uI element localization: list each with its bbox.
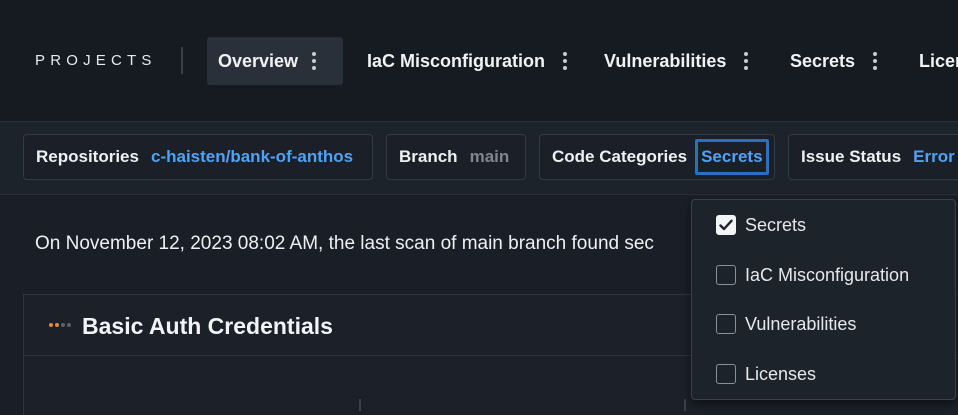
filter-label: Repositories bbox=[36, 147, 139, 166]
tab-label: Overview bbox=[218, 50, 299, 71]
tab-overview[interactable]: Overview bbox=[207, 37, 343, 85]
branch-filter[interactable]: Branch main bbox=[386, 134, 526, 180]
filter-value: main bbox=[469, 147, 510, 166]
filter-value: Error bbox=[913, 147, 955, 166]
tab-label: IaC Misconfiguration bbox=[367, 50, 546, 71]
tab-label: Vulnerabilities bbox=[604, 50, 727, 71]
option-label: Secrets bbox=[745, 214, 807, 235]
more-vertical-icon[interactable] bbox=[873, 52, 878, 70]
checkbox[interactable] bbox=[716, 215, 736, 235]
filter-label: Code Categories bbox=[552, 147, 688, 166]
tab-licenses[interactable]: Licer bbox=[919, 37, 958, 85]
more-vertical-icon[interactable] bbox=[744, 52, 749, 70]
tab-vulnerabilities[interactable]: Vulnerabilities bbox=[604, 37, 749, 85]
scan-summary: On November 12, 2023 08:02 AM, the last … bbox=[35, 233, 654, 254]
nav-divider bbox=[181, 47, 183, 74]
checkbox[interactable] bbox=[716, 265, 736, 285]
repositories-filter[interactable]: Repositories c-haisten/bank-of-anthos bbox=[23, 134, 373, 180]
more-vertical-icon[interactable] bbox=[312, 52, 317, 70]
check-icon bbox=[719, 219, 733, 231]
code-categories-filter[interactable]: Code Categories Secrets bbox=[539, 134, 775, 180]
filter-value: c-haisten/bank-of-anthos bbox=[150, 147, 354, 166]
top-nav: PROJECTS Overview IaC Misconfiguration V… bbox=[0, 0, 958, 122]
option-vulnerabilities[interactable]: Vulnerabilities bbox=[716, 311, 856, 337]
tab-iac-misconfiguration[interactable]: IaC Misconfiguration bbox=[367, 37, 568, 85]
checkbox[interactable] bbox=[716, 314, 736, 334]
option-secrets[interactable]: Secrets bbox=[716, 212, 806, 238]
column-divider bbox=[359, 399, 361, 411]
more-vertical-icon[interactable] bbox=[563, 52, 568, 70]
card-title: Basic Auth Credentials bbox=[82, 313, 333, 339]
column-divider bbox=[684, 399, 686, 411]
tab-label: Licer bbox=[919, 50, 958, 71]
checkbox[interactable] bbox=[716, 364, 736, 384]
option-label: Licenses bbox=[745, 363, 817, 384]
option-licenses[interactable]: Licenses bbox=[716, 361, 816, 387]
issue-status-filter[interactable]: Issue Status Error bbox=[788, 134, 958, 180]
tab-label: Secrets bbox=[790, 50, 856, 71]
option-label: Vulnerabilities bbox=[745, 313, 857, 334]
code-categories-dropdown: Secrets IaC Misconfiguration Vulnerabili… bbox=[691, 199, 956, 400]
option-label: IaC Misconfiguration bbox=[745, 264, 910, 285]
filter-value: Secrets bbox=[695, 139, 769, 175]
severity-icon bbox=[49, 323, 71, 327]
filter-label: Branch bbox=[399, 147, 458, 166]
filter-label: Issue Status bbox=[801, 147, 902, 166]
filter-bar: Repositories c-haisten/bank-of-anthos Br… bbox=[0, 122, 958, 195]
tab-secrets[interactable]: Secrets bbox=[790, 37, 878, 85]
option-iac-misconfiguration[interactable]: IaC Misconfiguration bbox=[716, 262, 909, 288]
brand-title: PROJECTS bbox=[35, 52, 157, 69]
